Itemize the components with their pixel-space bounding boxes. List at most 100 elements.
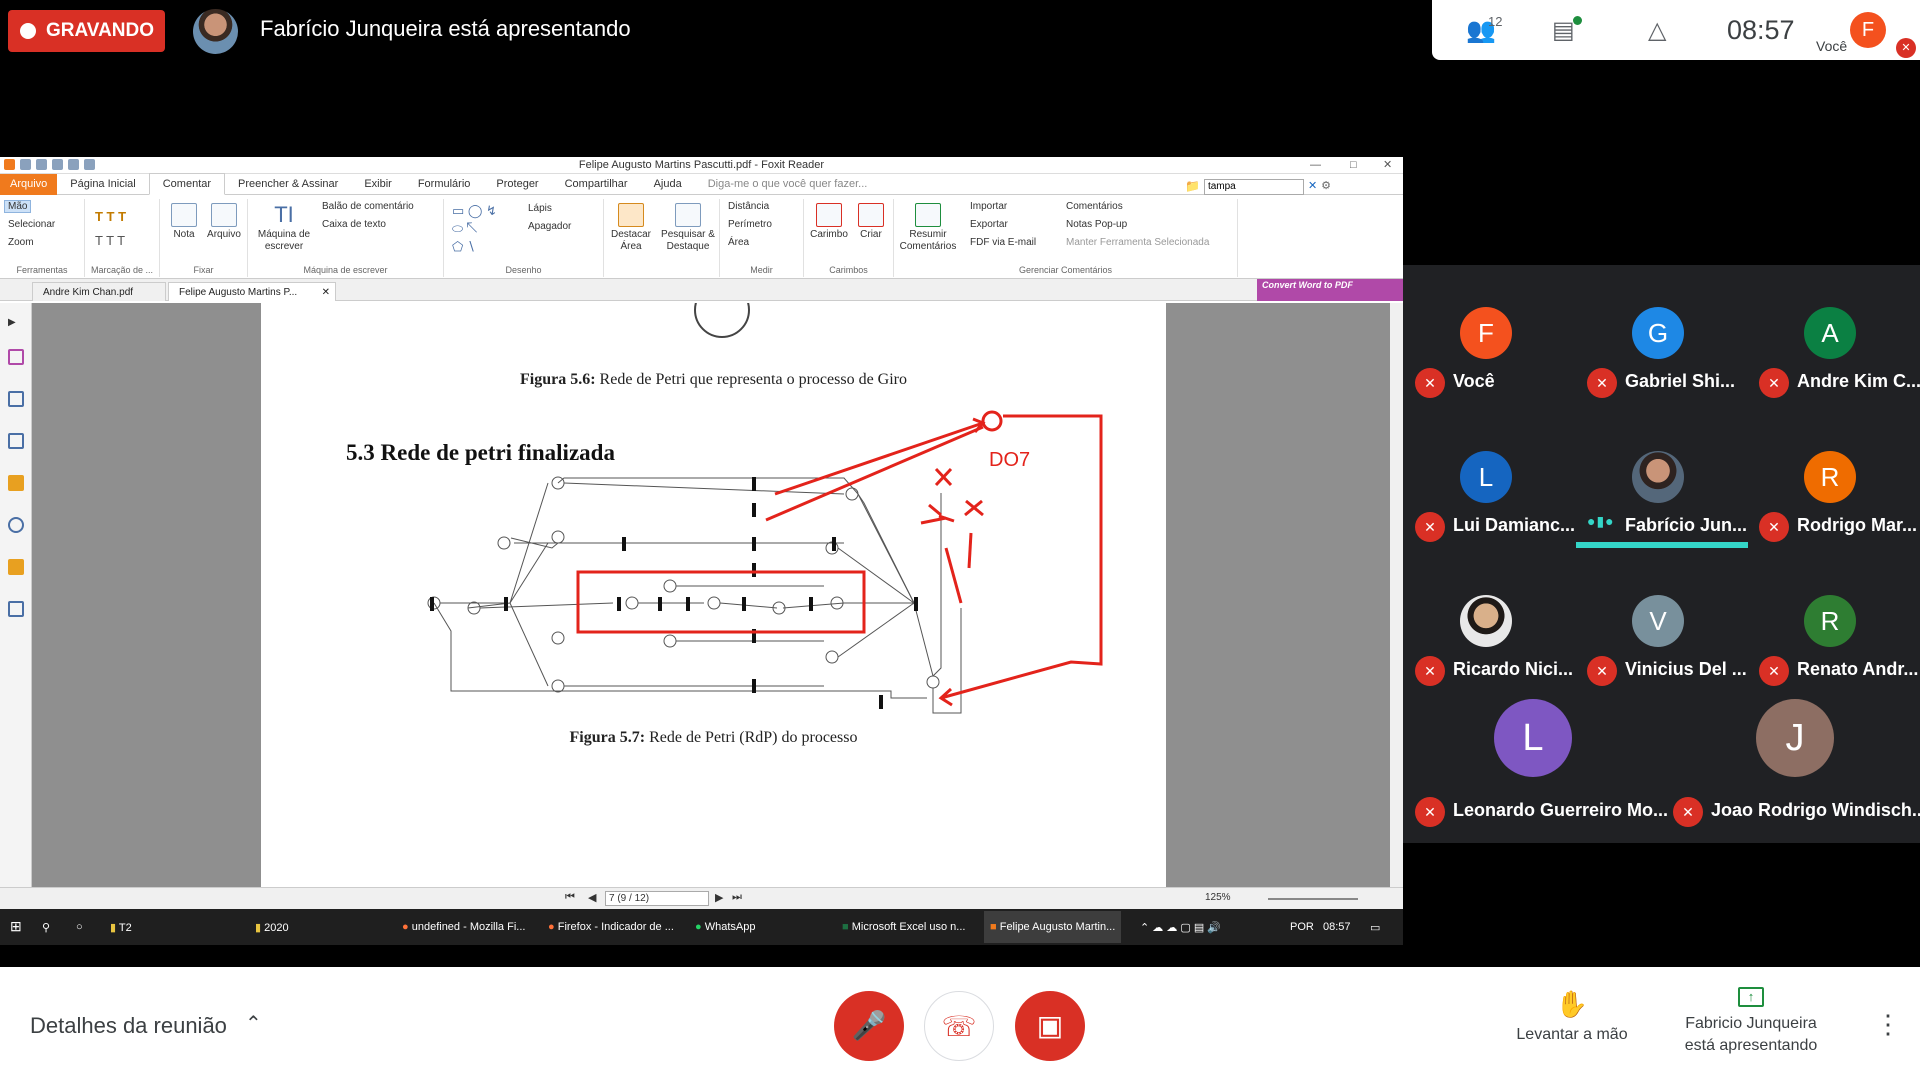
participant-tile[interactable]: ●▮● Fabrício Jun... (1575, 409, 1747, 553)
note-button[interactable]: Nota (166, 203, 202, 241)
taskbar-item-whatsapp[interactable]: ● WhatsApp (695, 921, 755, 933)
close-icon[interactable]: ✕ (1383, 157, 1392, 174)
taskbar-item-foxit[interactable]: ■ Felipe Augusto Martin... (984, 911, 1122, 943)
participant-tile[interactable]: V ✕ Vinicius Del ... (1575, 553, 1747, 697)
menu-proteger[interactable]: Proteger (483, 174, 551, 195)
tab-felipe-augusto[interactable]: Felipe Augusto Martins P... ✕ (168, 282, 336, 301)
participant-tile[interactable]: ✕ Ricardo Nici... (1403, 553, 1575, 697)
meeting-details-button[interactable]: Detalhes da reunião (30, 1013, 227, 1039)
menu-compartilhar[interactable]: Compartilhar (552, 174, 641, 195)
minimize-icon[interactable]: — (1310, 157, 1321, 174)
signature-icon[interactable] (8, 601, 24, 617)
highlight-text-icon[interactable]: T T T (95, 209, 126, 224)
participant-tile[interactable]: F ✕ Você (1403, 265, 1575, 409)
tab-close-icon[interactable]: ✕ (322, 283, 330, 302)
taskbar-item-excel[interactable]: ■ Microsoft Excel uso n... (842, 921, 965, 933)
bookmarks-icon[interactable] (8, 349, 24, 365)
convert-word-to-pdf-button[interactable]: Convert Word to PDF (1257, 279, 1403, 301)
next-page-icon[interactable]: ▶ (715, 891, 723, 904)
windows-start-icon[interactable]: ⊞ (10, 918, 22, 935)
layers-icon[interactable] (8, 433, 24, 449)
vertical-scrollbar[interactable] (1390, 303, 1403, 887)
mic-off-button[interactable]: 🎤 (834, 991, 904, 1061)
menu-formulario[interactable]: Formulário (405, 174, 484, 195)
menu-arquivo[interactable]: Arquivo (0, 173, 58, 195)
participant-tile[interactable]: R ✕ Renato Andr... (1747, 553, 1919, 697)
notification-icon[interactable]: ▭ (1370, 921, 1380, 934)
typewriter-button[interactable]: TI Máquina de escrever (254, 203, 314, 253)
menu-exibir[interactable]: Exibir (351, 174, 405, 195)
participant-tile[interactable]: A ✕ Andre Kim C... (1747, 265, 1920, 409)
cortana-icon[interactable]: ○ (76, 921, 83, 933)
taskbar-clock[interactable]: 08:57 (1323, 921, 1351, 933)
comments-panel-icon[interactable] (8, 475, 24, 491)
participant-tile[interactable]: G ✕ Gabriel Shi... (1575, 265, 1747, 409)
highlight-area-button[interactable]: Destacar Área (606, 203, 656, 253)
zoom-slider[interactable] (1268, 898, 1358, 900)
menu-pagina-inicial[interactable]: Página Inicial (57, 174, 148, 195)
stamp-button[interactable]: Carimbo (808, 203, 850, 241)
menu-comentar[interactable]: Comentar (148, 173, 226, 195)
taskbar-item-t2[interactable]: ▮ T2 (110, 921, 132, 934)
shapes-icon[interactable]: ▭ ◯ ↯ (452, 203, 497, 219)
create-stamp-button[interactable]: Criar (852, 203, 890, 241)
search-icon[interactable]: ⚲ (42, 921, 50, 934)
distance-button[interactable]: Distância (728, 201, 769, 212)
export-button[interactable]: Exportar (970, 219, 1008, 230)
print-icon[interactable] (52, 159, 63, 170)
lock-icon[interactable] (8, 559, 24, 575)
raise-hand-button[interactable]: ✋ Levantar a mão (1510, 989, 1634, 1044)
participant-tile[interactable]: L ✕ Lui Damianc... (1403, 409, 1575, 553)
save-icon[interactable] (36, 159, 47, 170)
leave-call-button[interactable]: ☏ (924, 991, 994, 1061)
ellipse-arrow-icon[interactable]: ⬭ ↖ (452, 221, 477, 237)
chevron-up-icon[interactable]: ⌃ (245, 1011, 262, 1036)
menu-preencher[interactable]: Preencher & Assinar (225, 174, 351, 195)
first-page-icon[interactable]: ⏮ (565, 891, 575, 904)
language-indicator[interactable]: POR (1290, 921, 1314, 933)
undo-icon[interactable] (68, 159, 79, 170)
taskbar-item-2020[interactable]: ▮ 2020 (255, 921, 289, 934)
settings-icon[interactable]: ⚙ (1321, 176, 1331, 197)
import-button[interactable]: Importar (970, 201, 1007, 212)
zoom-level[interactable]: 125% (1205, 892, 1231, 903)
menu-ajuda[interactable]: Ajuda (641, 174, 695, 195)
fdf-email-button[interactable]: FDF via E-mail (970, 237, 1036, 248)
polygon-line-icon[interactable]: ⬠ ∖ (452, 239, 475, 255)
page-number-input[interactable]: 7 (9 / 12) (605, 891, 709, 906)
expand-sidebar-icon[interactable]: ▶ (8, 317, 24, 333)
tool-hand[interactable]: Mão (4, 200, 32, 213)
maximize-icon[interactable]: □ (1350, 157, 1357, 174)
participant-tile[interactable]: L ✕ Leonardo Guerreiro Mo... (1403, 697, 1668, 841)
taskbar-item-firefox-indicador[interactable]: ● Firefox - Indicador de ... (548, 921, 674, 933)
clear-search-icon[interactable]: ✕ (1308, 176, 1317, 197)
pencil-button[interactable]: Lápis (528, 203, 552, 214)
textbox-button[interactable]: Caixa de texto (322, 219, 386, 230)
participant-tile[interactable]: J ✕ Joao Rodrigo Windisch... (1661, 697, 1920, 841)
strikeout-text-icon[interactable]: T T T (95, 233, 125, 248)
keep-tool-checkbox[interactable]: Manter Ferramenta Selecionada (1066, 237, 1209, 248)
redo-icon[interactable] (84, 159, 95, 170)
activities-icon[interactable]: △ (1648, 16, 1666, 45)
last-page-icon[interactable]: ⏭ (732, 891, 742, 904)
search-highlight-button[interactable]: Pesquisar & Destaque (658, 203, 718, 253)
taskbar-item-firefox-undefined[interactable]: ● undefined - Mozilla Fi... (402, 921, 525, 933)
participant-tile[interactable]: R ✕ Rodrigo Mar... (1747, 409, 1919, 553)
more-options-icon[interactable]: ⋮ (1875, 1009, 1901, 1040)
presenting-button[interactable]: ↑ Fabricio Junqueira está apresentando (1676, 987, 1826, 1057)
eraser-button[interactable]: Apagador (528, 221, 571, 232)
comments-button[interactable]: Comentários (1066, 201, 1123, 212)
perimeter-button[interactable]: Perímetro (728, 219, 772, 230)
camera-off-button[interactable]: ▣ (1015, 991, 1085, 1061)
pages-icon[interactable] (8, 391, 24, 407)
summarize-button[interactable]: Resumir Comentários (898, 203, 958, 253)
system-tray-icons[interactable]: ⌃ ☁ ☁ ▢ ▤ 🔊 (1140, 921, 1221, 934)
callout-button[interactable]: Balão de comentário (322, 201, 414, 212)
area-button[interactable]: Área (728, 237, 749, 248)
tell-me-input[interactable]: Diga-me o que você quer fazer... (695, 174, 881, 195)
attachments-icon[interactable] (8, 517, 24, 533)
search-input[interactable] (1203, 178, 1304, 195)
tool-zoom[interactable]: Zoom (8, 237, 34, 248)
tool-select[interactable]: Selecionar (8, 219, 55, 230)
popup-notes-button[interactable]: Notas Pop-up (1066, 219, 1127, 230)
